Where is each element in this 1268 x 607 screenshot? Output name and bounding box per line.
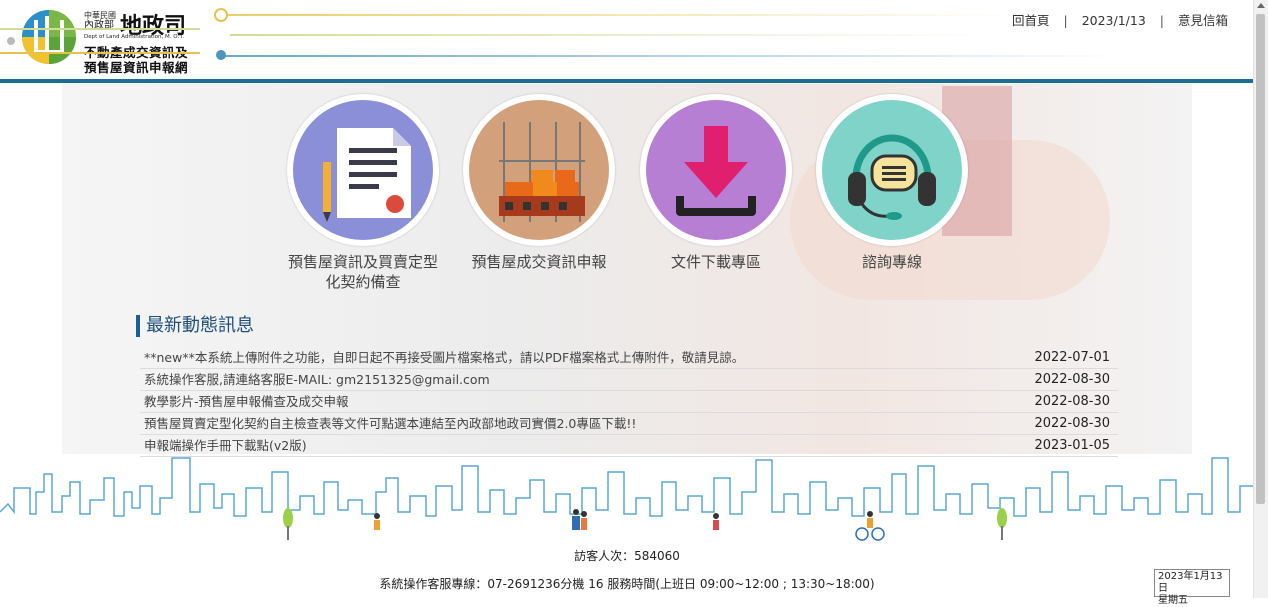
feature-document-download[interactable]: 文件下載專區 bbox=[636, 94, 796, 272]
site-logo-icon[interactable] bbox=[22, 10, 76, 64]
header-decoration-dot bbox=[216, 50, 226, 60]
feature-presale-transaction-report[interactable]: 預售屋成交資訊申報 bbox=[459, 94, 619, 272]
header-decoration-dot bbox=[7, 37, 15, 45]
news-item-date: 2022-08-30 bbox=[1034, 372, 1110, 387]
news-item: 系統操作客服,請連絡客服E-MAIL: gm2151325@gmail.com … bbox=[140, 369, 1118, 391]
news-item-link[interactable]: **new**本系統上傳附件之功能，自即日起不再接受圖片檔案格式，請以PDF檔案… bbox=[144, 347, 744, 368]
header-decoration-line bbox=[224, 14, 1024, 16]
feature-icon-ring bbox=[640, 94, 792, 246]
home-link[interactable]: 回首頁 bbox=[1012, 13, 1050, 28]
header-decoration-dot bbox=[214, 8, 228, 22]
feature-icon-ring bbox=[463, 94, 615, 246]
system-clock-tooltip: 2023年1月13日 星期五 bbox=[1154, 569, 1230, 606]
header-decoration-line bbox=[222, 55, 1122, 57]
clock-date: 2023年1月13日 bbox=[1158, 571, 1223, 594]
news-item-link[interactable]: 教學影片-預售屋申報備查及成交申報 bbox=[144, 391, 349, 412]
link-separator: | bbox=[1063, 13, 1068, 28]
scroll-up-arrow-icon[interactable] bbox=[1257, 3, 1265, 8]
news-item-date: 2022-07-01 bbox=[1034, 350, 1110, 365]
header-divider bbox=[0, 79, 1254, 83]
support-hotline-text: 系統操作客服專線：07-2691236分機 16 服務時間(上班日 09:00~… bbox=[379, 577, 875, 591]
news-item: 教學影片-預售屋申報備查及成交申報 2022-08-30 bbox=[140, 391, 1118, 413]
news-section-title: 最新動態訊息 bbox=[136, 315, 254, 337]
current-date: 2023/1/13 bbox=[1081, 13, 1146, 28]
feature-label: 預售屋資訊及買賣定型化契約備查 bbox=[287, 253, 438, 291]
news-item: 預售屋買賣定型化契約自主檢查表等文件可點選本連結至內政部地政司實價2.0專區下載… bbox=[140, 413, 1118, 435]
vertical-scrollbar[interactable] bbox=[1253, 0, 1268, 598]
building-construction-icon bbox=[469, 100, 609, 240]
news-item-link[interactable]: 系統操作客服,請連絡客服E-MAIL: gm2151325@gmail.com bbox=[144, 369, 490, 390]
city-skyline-illustration bbox=[0, 457, 1254, 541]
news-item-date: 2022-08-30 bbox=[1034, 394, 1110, 409]
header-decoration-line bbox=[230, 34, 990, 36]
link-separator: | bbox=[1159, 13, 1164, 28]
news-item-link[interactable]: 預售屋買賣定型化契約自主檢查表等文件可點選本連結至內政部地政司實價2.0專區下載… bbox=[144, 413, 636, 434]
logo-country-text: 中華民國 bbox=[84, 11, 116, 20]
visitor-counter: 訪客人次：584060 bbox=[574, 549, 680, 563]
news-item-date: 2022-08-30 bbox=[1034, 416, 1110, 431]
feature-icon-ring bbox=[287, 94, 439, 246]
feature-contract-filing[interactable]: 預售屋資訊及買賣定型化契約備查 bbox=[283, 94, 443, 292]
feature-label: 諮詢專線 bbox=[861, 253, 922, 271]
header-decoration-line bbox=[0, 52, 200, 54]
site-title-line2: 預售屋資訊申報網 bbox=[84, 60, 189, 75]
feature-label: 預售屋成交資訊申報 bbox=[471, 253, 607, 271]
logo-english-text: Dept of Land Administration, M. O. I. bbox=[84, 34, 185, 40]
feature-consultation-hotline[interactable]: 諮詢專線 bbox=[812, 94, 972, 272]
site-header: 中華民國 內政部 地政司 Dept of Land Administration… bbox=[0, 0, 1254, 80]
news-list: **new**本系統上傳附件之功能，自即日起不再接受圖片檔案格式，請以PDF檔案… bbox=[140, 347, 1118, 457]
scroll-thumb[interactable] bbox=[1256, 14, 1265, 504]
contract-document-icon bbox=[293, 100, 433, 240]
top-links: 回首頁 | 2023/1/13 | 意見信箱 bbox=[1012, 10, 1228, 29]
download-icon bbox=[646, 100, 786, 240]
feedback-mailbox-link[interactable]: 意見信箱 bbox=[1178, 13, 1228, 28]
clock-weekday: 星期五 bbox=[1158, 595, 1188, 606]
header-decoration-line bbox=[0, 28, 200, 30]
feature-label: 文件下載專區 bbox=[670, 253, 761, 271]
feature-icon-ring bbox=[816, 94, 968, 246]
headset-icon bbox=[822, 100, 962, 240]
news-item: **new**本系統上傳附件之功能，自即日起不再接受圖片檔案格式，請以PDF檔案… bbox=[140, 347, 1118, 369]
